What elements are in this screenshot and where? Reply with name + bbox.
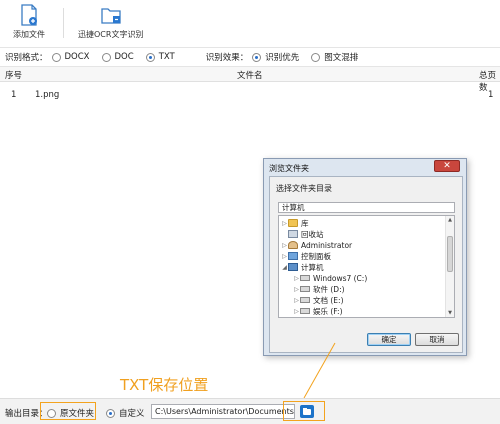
- user-folder-icon: [288, 241, 298, 249]
- tree-item-drive-d[interactable]: ▷ 软件 (D:): [293, 284, 345, 294]
- radio-dot-selected: [106, 408, 115, 418]
- output-footer: 输出目录： 原文件夹 自定义 C:\Users\Administrator\Do…: [0, 398, 500, 424]
- cell-index: 1: [11, 90, 17, 100]
- radio-dot-selected: [252, 52, 262, 62]
- format-txt-radio[interactable]: TXT: [145, 52, 175, 62]
- header-filename[interactable]: 文件名: [237, 69, 263, 81]
- dialog-body: 选择文件夹目录 计算机 ▷ 库 回收站 ▷ Administrator ▷ 控制…: [269, 176, 463, 353]
- tree-item-drive-f[interactable]: ▷ 娱乐 (F:): [293, 306, 343, 316]
- scroll-down-icon[interactable]: ▼: [446, 310, 454, 316]
- format-label: 识别格式：: [5, 53, 48, 63]
- computer-icon: [288, 263, 298, 271]
- format-docx-radio[interactable]: DOCX: [51, 52, 90, 62]
- tree-item-drive-c[interactable]: ▷ Windows7 (C:): [293, 273, 367, 283]
- effect-label: 识别效果：: [205, 53, 249, 63]
- toolbar: 添加文件 迅捷OCR文字识别: [0, 0, 500, 46]
- custom-folder-radio[interactable]: 自定义: [106, 407, 145, 419]
- tree-item-control-panel[interactable]: ▷ 控制面板: [281, 251, 331, 261]
- tree-label: 库: [301, 218, 309, 228]
- tree-item-recycle-bin[interactable]: 回收站: [281, 229, 324, 239]
- control-panel-icon: [288, 252, 298, 260]
- tree-item-computer[interactable]: ◢ 计算机: [281, 262, 324, 272]
- collapse-arrow-icon[interactable]: ◢: [281, 264, 288, 271]
- table-row[interactable]: 1 1.png 1: [0, 88, 500, 104]
- folder-tree[interactable]: ▷ 库 回收站 ▷ Administrator ▷ 控制面板 ◢ 计算机 ▷ W…: [278, 215, 455, 318]
- ocr-folder-icon: [101, 8, 121, 24]
- tree-item-library[interactable]: ▷ 库: [281, 218, 309, 228]
- expand-arrow-icon[interactable]: ▷: [281, 220, 288, 227]
- drive-icon: [300, 286, 310, 292]
- tree-label: 控制面板: [301, 251, 331, 261]
- radio-dot: [47, 408, 56, 418]
- radio-dot-selected: [145, 52, 155, 62]
- cell-filename: 1.png: [35, 90, 60, 100]
- dialog-prompt: 选择文件夹目录: [276, 184, 332, 193]
- drive-icon: [300, 308, 310, 314]
- options-bar: 识别格式： DOCX DOC TXT 识别效果： 识别优先 图文混排: [0, 47, 500, 67]
- effect-priority-label: 识别优先: [265, 53, 300, 63]
- toolbar-divider: [63, 8, 64, 38]
- add-file-button[interactable]: 添加文件: [13, 4, 45, 40]
- tree-label: 计算机: [301, 262, 324, 272]
- tree-label: 回收站: [301, 229, 324, 239]
- custom-folder-label: 自定义: [119, 409, 145, 419]
- scroll-up-icon[interactable]: ▲: [446, 217, 454, 223]
- header-index[interactable]: 序号: [5, 69, 22, 81]
- add-file-icon: [21, 4, 37, 26]
- radio-dot: [311, 52, 321, 62]
- drive-icon: [300, 297, 310, 303]
- drive-icon: [300, 275, 310, 281]
- recycle-bin-icon: [288, 230, 298, 238]
- dialog-title: 浏览文件夹: [269, 164, 309, 173]
- ocr-label: 迅捷OCR文字识别: [78, 30, 144, 39]
- library-icon: [288, 219, 298, 227]
- ok-button[interactable]: 确定: [367, 333, 411, 346]
- expand-arrow-icon[interactable]: ▷: [281, 242, 288, 249]
- format-doc-label: DOC: [114, 52, 134, 62]
- original-folder-radio[interactable]: 原文件夹: [47, 407, 94, 419]
- format-doc-radio[interactable]: DOC: [101, 52, 134, 62]
- effect-mixed-label: 图文混排: [324, 53, 359, 63]
- expand-arrow-icon[interactable]: ▷: [293, 286, 300, 293]
- add-file-label: 添加文件: [13, 30, 45, 39]
- expand-arrow-icon[interactable]: ▷: [293, 297, 300, 304]
- tree-label: Administrator: [301, 240, 353, 250]
- effect-mixed-radio[interactable]: 图文混排: [311, 51, 358, 63]
- tree-label: 软件 (D:): [313, 284, 345, 294]
- radio-dot: [101, 52, 111, 62]
- cell-pages: 1: [488, 90, 494, 100]
- format-txt-label: TXT: [158, 52, 175, 62]
- radio-dot: [51, 52, 61, 62]
- effect-priority-radio[interactable]: 识别优先: [252, 51, 299, 63]
- browse-folder-dialog: 浏览文件夹 ✕ 选择文件夹目录 计算机 ▷ 库 回收站 ▷ Administra…: [263, 158, 467, 356]
- tree-item-drive-e[interactable]: ▷ 文档 (E:): [293, 295, 344, 305]
- scrollbar-thumb[interactable]: [447, 236, 453, 272]
- expand-arrow-icon[interactable]: ▷: [281, 253, 288, 260]
- close-icon[interactable]: ✕: [434, 160, 460, 172]
- expand-arrow-icon[interactable]: ▷: [293, 308, 300, 315]
- tree-scrollbar[interactable]: ▲ ▼: [445, 216, 454, 317]
- table-header: 序号 文件名 总页数: [0, 67, 500, 93]
- annotation-label: TXT保存位置: [120, 376, 209, 394]
- folder-path-field[interactable]: 计算机: [278, 202, 455, 213]
- original-folder-label: 原文件夹: [60, 409, 95, 419]
- tree-label: Windows7 (C:): [313, 273, 368, 283]
- cancel-button[interactable]: 取消: [415, 333, 459, 346]
- output-path-input[interactable]: C:\Users\Administrator\Documents: [151, 404, 295, 419]
- tree-label: 娱乐 (F:): [313, 306, 343, 316]
- browse-folder-icon[interactable]: [300, 405, 314, 418]
- tree-label: 文档 (E:): [313, 295, 344, 305]
- tree-item-administrator[interactable]: ▷ Administrator: [281, 240, 352, 250]
- format-docx-label: DOCX: [64, 52, 90, 62]
- expand-arrow-icon[interactable]: ▷: [293, 275, 300, 282]
- ocr-button[interactable]: 迅捷OCR文字识别: [78, 4, 143, 40]
